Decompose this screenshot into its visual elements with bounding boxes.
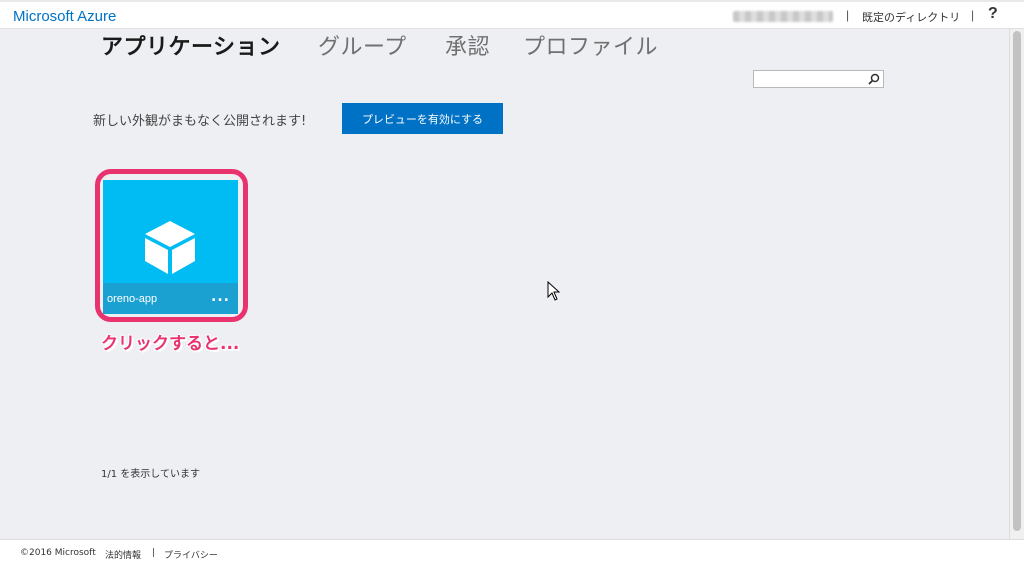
header-separator: | <box>846 8 850 22</box>
enable-preview-button[interactable]: プレビューを有効にする <box>342 103 503 134</box>
top-bar: Microsoft Azure | 既定のディレクトリ | ? <box>0 0 1024 29</box>
tab-groups[interactable]: グループ <box>318 29 407 61</box>
tab-profile[interactable]: プロファイル <box>523 29 658 61</box>
more-options-button[interactable]: ... <box>211 289 230 305</box>
app-name: oreno-app <box>107 293 158 305</box>
tab-approvals[interactable]: 承認 <box>445 29 490 61</box>
list-status: 1/1 を表示しています <box>101 469 200 480</box>
search-icon[interactable] <box>868 73 880 85</box>
annotation-callout: クリックすると... <box>101 334 240 354</box>
privacy-link[interactable]: プライバシー <box>164 548 218 561</box>
user-name-blurred[interactable] <box>733 11 833 22</box>
help-button[interactable]: ? <box>988 5 998 23</box>
header-separator-2: | <box>971 8 975 22</box>
search-input[interactable] <box>753 70 884 88</box>
brand-logo[interactable]: Microsoft Azure <box>13 8 116 25</box>
tab-applications[interactable]: アプリケーション <box>101 29 281 61</box>
legal-link[interactable]: 法的情報 <box>105 548 141 561</box>
preview-notice: 新しい外観がまもなく公開されます! <box>93 114 307 129</box>
footer: ©2016 Microsoft 法的情報 | プライバシー <box>0 539 1024 568</box>
app-tile[interactable]: oreno-app ... <box>103 180 238 314</box>
footer-separator: | <box>152 548 156 558</box>
vertical-scrollbar[interactable] <box>1009 29 1024 539</box>
scrollbar-thumb[interactable] <box>1013 31 1021 531</box>
mouse-cursor-icon <box>547 281 561 301</box>
app-tile-footer: oreno-app ... <box>103 283 238 314</box>
directory-link[interactable]: 既定のディレクトリ <box>862 9 960 25</box>
copyright: ©2016 Microsoft <box>20 548 96 558</box>
cube-icon <box>145 221 195 274</box>
